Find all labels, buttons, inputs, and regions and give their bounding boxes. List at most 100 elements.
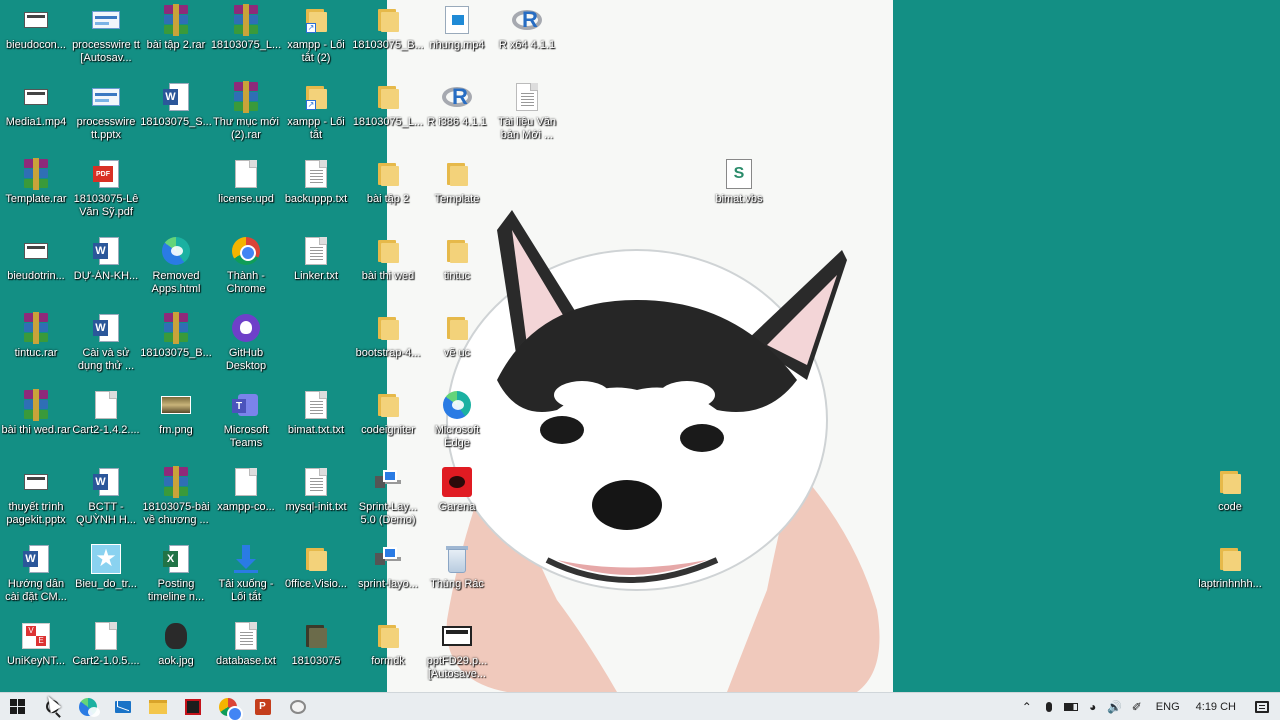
- desktop-icon[interactable]: tintuc: [421, 231, 493, 305]
- desktop-icon[interactable]: Thùng Rác: [421, 539, 493, 613]
- desktop-icon[interactable]: PDF 18103075-Lê Văn Sỹ.pdf: [70, 154, 142, 228]
- desktop-icon[interactable]: Garena: [421, 462, 493, 536]
- desktop-icon[interactable]: code: [1194, 462, 1266, 536]
- wifi-icon[interactable]: ◕: [1082, 693, 1104, 720]
- desktop-icon[interactable]: T Microsoft Teams: [210, 385, 282, 459]
- desktop-icon[interactable]: bieudotrin...: [0, 231, 72, 305]
- desktop-icon[interactable]: W 18103075_S...: [140, 77, 212, 151]
- taskbar-edge[interactable]: [70, 693, 105, 720]
- desktop-icon[interactable]: Cart2-1.4.2....: [70, 385, 142, 459]
- desktop-icon[interactable]: vẽ uc: [421, 308, 493, 382]
- desktop-icon[interactable]: bài thi wed.rar: [0, 385, 72, 459]
- desktop-icon[interactable]: bimat.txt.txt: [280, 385, 352, 459]
- battery-icon[interactable]: [1060, 693, 1082, 720]
- taskbar-powerpoint[interactable]: P: [245, 693, 280, 720]
- desktop-icon-label: xampp - Lối tắt: [287, 116, 345, 141]
- taskbar-mail[interactable]: [105, 693, 140, 720]
- desktop-icon[interactable]: 18103075: [280, 616, 352, 690]
- desktop-icon[interactable]: bimat.vbs: [703, 154, 775, 228]
- taskbar-snip[interactable]: [280, 693, 315, 720]
- desktop-icon-label: bài thi wed: [361, 270, 415, 282]
- desktop-icon[interactable]: UniKeyNT...: [0, 616, 72, 690]
- desktop-icon-label: Tải xuống - Lối tắt: [218, 578, 274, 603]
- desktop-icon[interactable]: Removed Apps.html: [140, 231, 212, 305]
- desktop-icon[interactable]: processwire tt.pptx: [70, 77, 142, 151]
- desktop-icon[interactable]: W DỰ-ÁN-KH...: [70, 231, 142, 305]
- desktop-icon[interactable]: ★ Bieu_do_tr...: [70, 539, 142, 613]
- volume-icon[interactable]: 🔊: [1104, 693, 1126, 720]
- desktop-icon[interactable]: Thành - Chrome: [210, 231, 282, 305]
- desktop-icon[interactable]: W Cài và sử dụng thử ...: [70, 308, 142, 382]
- taskbar-chrome[interactable]: [210, 693, 245, 720]
- desktop-icon-label: vẽ uc: [443, 347, 471, 359]
- desktop-icon[interactable]: 0ffice.Visio...: [280, 539, 352, 613]
- desktop-icon-label: R i386 4.1.1: [427, 116, 487, 128]
- start-button[interactable]: [0, 693, 35, 720]
- desktop-icon[interactable]: bootstrap-4...: [352, 308, 424, 382]
- desktop-icon[interactable]: fm.png: [140, 385, 212, 459]
- desktop-icon[interactable]: formdk: [352, 616, 424, 690]
- desktop-icon[interactable]: thuyết trình pagekit.pptx: [0, 462, 72, 536]
- desktop-icon[interactable]: Thư mục mới (2).rar: [210, 77, 282, 151]
- language-indicator[interactable]: ENG: [1148, 701, 1188, 713]
- desktop-icon[interactable]: bài thi wed: [352, 231, 424, 305]
- desktop-icon[interactable]: Tài liệu Văn bản Mới ...: [491, 77, 563, 151]
- notification-center-button[interactable]: [1244, 693, 1280, 720]
- desktop-icon[interactable]: R R x64 4.1.1: [491, 0, 563, 74]
- desktop-icon[interactable]: bieudocon...: [0, 0, 72, 74]
- microphone-icon[interactable]: [1038, 693, 1060, 720]
- image-icon: [160, 389, 192, 421]
- desktop-icon[interactable]: Media1.mp4: [0, 77, 72, 151]
- desktop-icon[interactable]: xampp-co...: [210, 462, 282, 536]
- desktop-icon[interactable]: nhung.mp4: [421, 0, 493, 74]
- vbs-icon: [723, 158, 755, 190]
- text-file-icon: [511, 81, 543, 113]
- desktop-icon[interactable]: 18103075_L...: [352, 77, 424, 151]
- desktop-icon[interactable]: codeigniter: [352, 385, 424, 459]
- desktop-icon[interactable]: R R i386 4.1.1: [421, 77, 493, 151]
- desktop-icon[interactable]: aok.jpg: [140, 616, 212, 690]
- pen-icon[interactable]: ✐: [1126, 693, 1148, 720]
- chevron-up-icon[interactable]: ⌃: [1016, 693, 1038, 720]
- desktop-icon[interactable]: Sprint-Lay... 5.0 (Demo): [352, 462, 424, 536]
- desktop-icon[interactable]: Microsoft Edge: [421, 385, 493, 459]
- desktop-icon[interactable]: backuppp.txt: [280, 154, 352, 228]
- desktop-icon[interactable]: tintuc.rar: [0, 308, 72, 382]
- desktop-icon[interactable]: ↗ xampp - Lối tắt: [280, 77, 352, 151]
- desktop-icon[interactable]: Linker.txt: [280, 231, 352, 305]
- desktop-icon[interactable]: W Hướng dẫn cài đặt CM...: [0, 539, 72, 613]
- desktop-icon-label: Tài liệu Văn bản Mới ...: [497, 116, 557, 141]
- desktop-icon[interactable]: Cart2-1.0.5....: [70, 616, 142, 690]
- desktop-icon-label: code: [1218, 501, 1242, 513]
- rar-icon: [20, 158, 52, 190]
- desktop-icon-label: processwire tt.pptx: [76, 116, 136, 141]
- desktop-icon[interactable]: Tải xuống - Lối tắt: [210, 539, 282, 613]
- desktop-icon[interactable]: Template.rar: [0, 154, 72, 228]
- desktop-icon[interactable]: bài tập 2: [352, 154, 424, 228]
- taskbar-acrobat[interactable]: [175, 693, 210, 720]
- desktop-icon[interactable]: 18103075_B...: [352, 0, 424, 74]
- desktop-icon[interactable]: X Posting timeline n...: [140, 539, 212, 613]
- desktop-icon-label: DỰ-ÁN-KH...: [73, 270, 139, 282]
- desktop-icon[interactable]: mysql-init.txt: [280, 462, 352, 536]
- desktop-icon-label: Template.rar: [5, 193, 67, 205]
- clock[interactable]: 4:19 CH: [1188, 701, 1244, 713]
- acrobat-icon: [184, 698, 201, 715]
- desktop-icon[interactable]: processwire tt [Autosav...: [70, 0, 142, 74]
- desktop-icon[interactable]: 18103075-bài về chương ...: [140, 462, 212, 536]
- desktop-icon[interactable]: bài tập 2.rar: [140, 0, 212, 74]
- word-icon: W: [160, 81, 192, 113]
- taskbar-explorer[interactable]: [140, 693, 175, 720]
- desktop-icon[interactable]: license.upd: [210, 154, 282, 228]
- desktop-icon[interactable]: Template: [421, 154, 493, 228]
- desktop-icon[interactable]: sprint-layo...: [352, 539, 424, 613]
- desktop-icon[interactable]: GitHub Desktop: [210, 308, 282, 382]
- desktop-icon[interactable]: database.txt: [210, 616, 282, 690]
- desktop-icon[interactable]: 18103075_L...: [210, 0, 282, 74]
- desktop-icon[interactable]: laptrinhnhh...: [1194, 539, 1266, 613]
- desktop-icon[interactable]: ↗ xampp - Lối tắt (2): [280, 0, 352, 74]
- desktop-icon[interactable]: 18103075_B...: [140, 308, 212, 382]
- desktop-icon[interactable]: W BCTT - QUỲNH H...: [70, 462, 142, 536]
- desktop-icon[interactable]: pptFD29.p... [Autosave...: [421, 616, 493, 690]
- notification-icon: [1255, 700, 1269, 713]
